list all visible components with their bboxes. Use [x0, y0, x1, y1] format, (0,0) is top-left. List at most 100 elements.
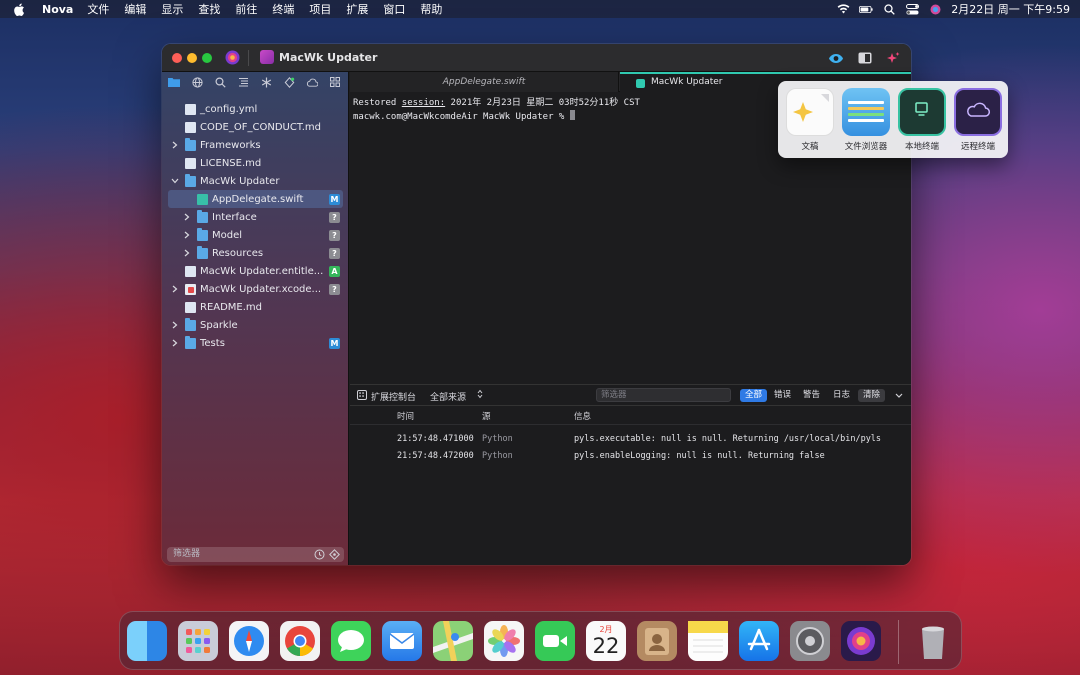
globe-icon[interactable]	[191, 76, 203, 88]
menu-clock[interactable]: 2月22日 周一 下午9:59	[951, 1, 1070, 17]
tree-item-frameworks[interactable]: Frameworks	[162, 136, 349, 154]
menu-find[interactable]: 查找	[198, 1, 220, 17]
battery-icon[interactable]	[859, 3, 873, 15]
tree-item-config[interactable]: _config.yml	[162, 100, 349, 118]
menu-terminal[interactable]: 终端	[272, 1, 294, 17]
column-time[interactable]: 时间	[397, 410, 414, 422]
menu-file[interactable]: 文件	[87, 1, 109, 17]
trash-icon[interactable]	[913, 621, 953, 661]
maps-icon[interactable]	[433, 621, 473, 661]
photos-icon[interactable]	[484, 621, 524, 661]
grid-icon[interactable]	[329, 76, 341, 88]
preview-eye-icon[interactable]	[828, 50, 844, 66]
nova-dock-icon[interactable]	[841, 621, 881, 661]
chevron-right-icon[interactable]	[171, 339, 179, 347]
filter-warnings-button[interactable]: 警告	[798, 389, 825, 402]
tree-item-license[interactable]: LICENSE.md	[162, 154, 349, 172]
menu-view[interactable]: 显示	[161, 1, 183, 17]
tab-appdelegate[interactable]: AppDelegate.swift	[350, 72, 619, 92]
project-title[interactable]: MacWk Updater	[279, 51, 377, 64]
log-row[interactable]: 21:57:48.471000 Python pyls.executable: …	[350, 431, 911, 448]
new-document-item[interactable]: 文稿	[782, 88, 838, 152]
filter-all-button[interactable]: 全部	[740, 389, 768, 402]
tree-item-xcodeproj[interactable]: MacWk Updater.xcode... ?	[162, 280, 349, 298]
nova-logo-icon[interactable]	[225, 50, 240, 65]
app-store-icon[interactable]	[739, 621, 779, 661]
folder-icon	[185, 317, 196, 331]
menu-go[interactable]: 前往	[235, 1, 257, 17]
file-browser-icon	[842, 88, 890, 136]
new-sparkle-icon[interactable]	[885, 50, 901, 66]
tree-item-resources[interactable]: Resources ?	[162, 244, 349, 262]
console-title: 扩展控制台	[371, 393, 417, 403]
tree-item-tests[interactable]: Tests M	[162, 334, 349, 352]
menu-app-name[interactable]: Nova	[42, 3, 73, 16]
search-sidebar-icon[interactable]	[214, 76, 226, 88]
launchpad-icon[interactable]	[178, 621, 218, 661]
tree-item-appdelegate[interactable]: AppDelegate.swift M	[168, 190, 343, 208]
clock-icon[interactable]	[314, 549, 325, 560]
wifi-icon[interactable]	[836, 3, 850, 15]
log-row[interactable]: 21:57:48.472000 Python pyls.enableLoggin…	[350, 448, 911, 465]
chevron-right-icon[interactable]	[171, 141, 179, 149]
menu-window[interactable]: 窗口	[383, 1, 405, 17]
calendar-icon[interactable]: 2月 22	[586, 621, 626, 661]
files-folder-icon[interactable]	[168, 76, 180, 88]
filter-errors-button[interactable]: 错误	[769, 389, 796, 402]
source-select[interactable]: 全部来源	[430, 390, 466, 403]
panel-toggle-icon[interactable]	[857, 50, 873, 66]
finder-icon[interactable]	[127, 621, 167, 661]
new-file-browser-item[interactable]: 文件浏览器	[838, 88, 894, 152]
new-local-terminal-item[interactable]: 本地终端	[894, 88, 950, 152]
local-terminal-icon	[898, 88, 946, 136]
tree-item-readme[interactable]: README.md	[162, 298, 349, 316]
git-diamond-icon[interactable]	[329, 549, 340, 560]
chevron-right-icon[interactable]	[183, 231, 191, 239]
sidebar-filter-placeholder: 筛选器	[173, 549, 201, 559]
chrome-icon[interactable]	[280, 621, 320, 661]
git-status-badge: ?	[329, 229, 340, 241]
tree-item-macwk-updater[interactable]: MacWk Updater	[162, 172, 349, 190]
facetime-icon[interactable]	[535, 621, 575, 661]
column-source[interactable]: 源	[482, 410, 491, 422]
updown-chevron-icon[interactable]	[477, 389, 483, 402]
chevron-right-icon[interactable]	[183, 249, 191, 257]
extensions-icon[interactable]	[283, 76, 295, 88]
chevron-right-icon[interactable]	[171, 285, 179, 293]
close-button[interactable]	[172, 53, 182, 63]
menu-extensions[interactable]: 扩展	[346, 1, 368, 17]
menu-edit[interactable]: 编辑	[124, 1, 146, 17]
tree-item-entitlements[interactable]: MacWk Updater.entitle... A	[162, 262, 349, 280]
minimize-button[interactable]	[187, 53, 197, 63]
tree-item-sparkle[interactable]: Sparkle	[162, 316, 349, 334]
column-message[interactable]: 信息	[574, 410, 591, 422]
filter-logs-button[interactable]: 日志	[828, 389, 855, 402]
menu-help[interactable]: 帮助	[420, 1, 442, 17]
clear-button[interactable]: 清除	[858, 389, 886, 402]
control-center-icon[interactable]	[905, 3, 919, 15]
safari-icon[interactable]	[229, 621, 269, 661]
asterisk-icon[interactable]	[260, 76, 272, 88]
cloud-sync-icon[interactable]	[306, 76, 318, 88]
contacts-icon[interactable]	[637, 621, 677, 661]
sidebar-filter-input[interactable]: 筛选器	[167, 547, 344, 562]
console-filter-input[interactable]: 筛选器	[596, 388, 731, 402]
tree-item-model[interactable]: Model ?	[162, 226, 349, 244]
search-icon[interactable]	[882, 3, 896, 15]
notes-icon[interactable]	[688, 621, 728, 661]
siri-icon[interactable]	[928, 3, 942, 15]
chevron-down-icon[interactable]	[171, 177, 179, 185]
new-remote-terminal-item[interactable]: 远程终端	[950, 88, 1006, 152]
symbols-icon[interactable]	[237, 76, 249, 88]
chevron-down-icon[interactable]	[895, 392, 903, 402]
tree-item-code-of-conduct[interactable]: CODE_OF_CONDUCT.md	[162, 118, 349, 136]
apple-icon[interactable]	[14, 2, 28, 16]
chevron-right-icon[interactable]	[183, 213, 191, 221]
menu-project[interactable]: 项目	[309, 1, 331, 17]
messages-icon[interactable]	[331, 621, 371, 661]
system-preferences-icon[interactable]	[790, 621, 830, 661]
mail-icon[interactable]	[382, 621, 422, 661]
tree-item-interface[interactable]: Interface ?	[162, 208, 349, 226]
chevron-right-icon[interactable]	[171, 321, 179, 329]
zoom-button[interactable]	[202, 53, 212, 63]
